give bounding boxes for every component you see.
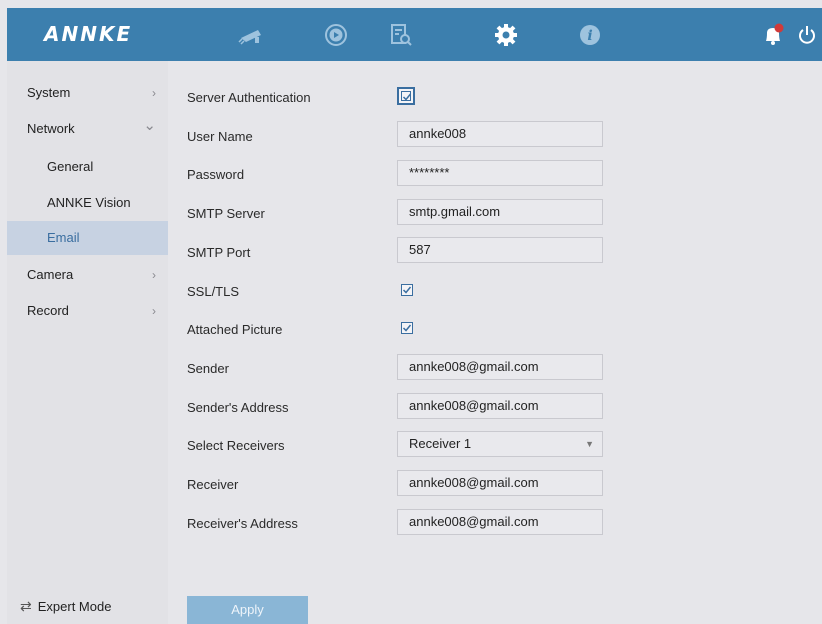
expert-mode-toggle[interactable]: ⇄ Expert Mode [20,598,111,615]
sidebar-item-label: General [47,159,94,174]
select-receivers-value: Receiver 1 [409,436,472,451]
sidebar-item-camera[interactable]: Camera › [7,258,168,292]
checkbox-check-icon [402,324,412,332]
user-name-input[interactable]: annke008 [397,121,603,147]
receiver-address-input[interactable]: annke008@gmail.com [397,509,603,535]
expert-mode-label: Expert Mode [37,599,112,614]
sender-label: Sender [187,361,229,376]
settings-gear-icon[interactable] [493,23,519,47]
settings-sidebar: System › Network ⌄ General ANNKE Vision … [7,61,169,624]
smtp-port-input[interactable]: 587 [397,237,603,263]
sidebar-item-label: Record [27,303,69,318]
dropdown-caret-icon: ▼ [585,439,594,449]
notification-bell-icon[interactable] [762,23,784,47]
receiver-input[interactable]: annke008@gmail.com [397,470,603,496]
chevron-right-icon: › [152,268,156,282]
search-icon[interactable] [388,23,414,47]
sender-address-label: Sender's Address [187,400,289,415]
sidebar-item-record[interactable]: Record › [7,294,168,328]
sender-address-input[interactable]: annke008@gmail.com [397,393,603,419]
sidebar-item-email[interactable]: Email [7,221,168,255]
sidebar-item-label: ANNKE Vision [47,195,131,210]
svg-text:i: i [587,28,592,44]
sidebar-item-label: System [27,85,71,100]
email-settings-panel: Server Authentication User Name annke008… [168,61,822,624]
select-receivers-label: Select Receivers [187,438,285,453]
sidebar-item-label: Camera [27,267,74,282]
checkbox-check-icon [402,286,412,294]
chevron-down-icon: ⌄ [143,117,156,134]
server-authentication-checkbox[interactable] [397,87,415,105]
sidebar-item-general[interactable]: General [7,150,168,184]
sender-input[interactable]: annke008@gmail.com [397,354,603,380]
info-icon[interactable]: i [577,23,603,47]
password-label: Password [187,167,245,182]
chevron-right-icon: › [152,304,156,318]
sidebar-item-annke-vision[interactable]: ANNKE Vision [7,186,168,220]
smtp-server-input[interactable]: smtp.gmail.com [397,199,603,225]
checkbox-check-icon [401,91,412,101]
smtp-server-label: SMTP Server [187,206,265,221]
receiver-label: Receiver [187,477,239,492]
swap-arrows-icon: ⇄ [20,598,32,614]
ssl-tls-label: SSL/TLS [187,284,240,299]
receiver-address-label: Receiver's Address [187,516,298,531]
apply-button[interactable]: Apply [187,596,308,624]
password-input[interactable]: ******** [397,160,603,186]
user-name-label: User Name [187,129,253,144]
annke-logo: ANNKE [44,22,133,46]
attached-picture-checkbox[interactable] [401,322,413,334]
sidebar-item-label: Email [47,230,80,245]
sidebar-item-system[interactable]: System › [7,76,168,110]
playback-icon[interactable] [323,23,349,47]
sidebar-item-label: Network [27,121,75,136]
smtp-port-label: SMTP Port [187,245,251,260]
camera-icon[interactable] [238,23,264,47]
server-authentication-label: Server Authentication [187,90,311,105]
sidebar-item-network[interactable]: Network ⌄ [7,112,168,146]
ssl-tls-checkbox[interactable] [401,284,413,296]
chevron-right-icon: › [152,86,156,100]
attached-picture-label: Attached Picture [187,322,283,337]
select-receivers-dropdown[interactable]: Receiver 1 ▼ [397,431,603,457]
top-navigation-bar: ANNKE i [7,8,822,61]
power-icon[interactable] [796,23,818,47]
